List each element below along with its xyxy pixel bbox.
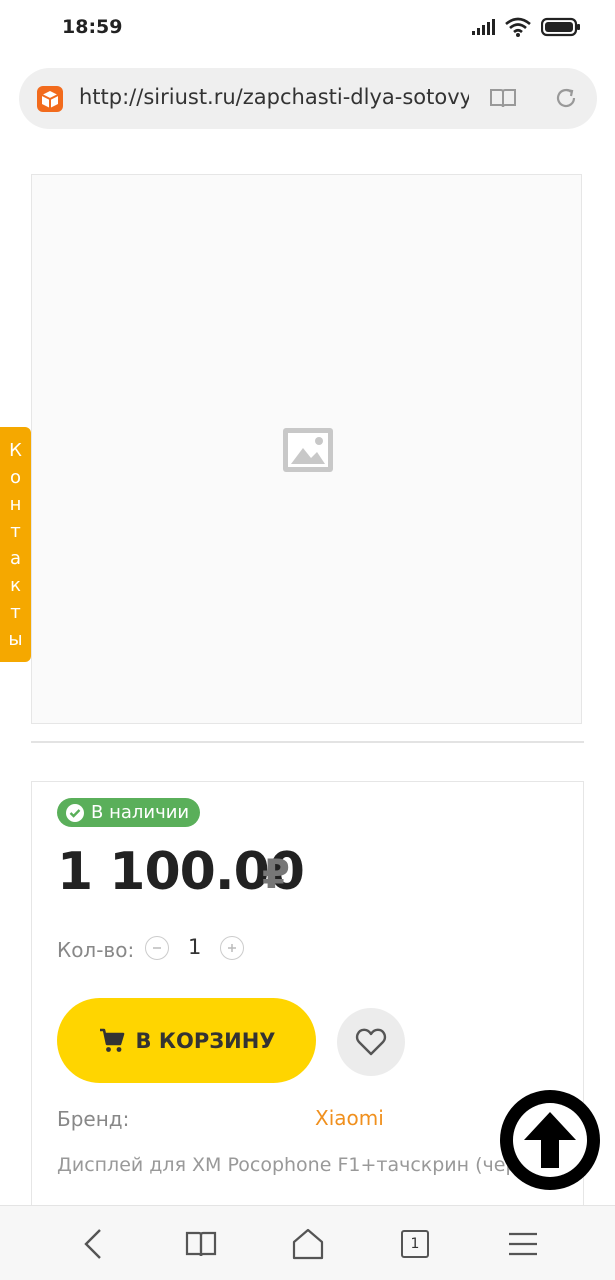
status-icons xyxy=(471,16,581,38)
reload-icon[interactable] xyxy=(554,86,578,110)
contacts-letter: т xyxy=(10,601,21,623)
arrow-up-icon xyxy=(524,1112,576,1168)
status-time: 18:59 xyxy=(62,16,123,38)
image-placeholder-icon xyxy=(283,428,333,472)
back-button[interactable] xyxy=(73,1226,113,1262)
contacts-letter: о xyxy=(9,466,21,488)
back-arrow-icon xyxy=(84,1229,101,1259)
book-icon xyxy=(185,1231,217,1257)
browser-bottom-nav: 1 xyxy=(0,1205,615,1280)
url-text[interactable]: http://siriust.ru/zapchasti-dlya-sotovyh xyxy=(79,85,469,109)
plus-icon xyxy=(228,944,236,952)
status-bar: 18:59 xyxy=(0,0,615,56)
quantity-decrease-button[interactable] xyxy=(145,936,169,960)
contacts-letter: н xyxy=(9,493,22,515)
quantity-value[interactable]: 1 xyxy=(188,935,201,959)
contacts-letter: т xyxy=(10,520,21,542)
product-info-card: В наличии 1 100.00 ₽ Кол-во: 1 В КОРЗИНУ… xyxy=(31,781,584,1221)
product-description: Дисплей для XM Pocophone F1+тачскрин (че… xyxy=(57,1154,565,1176)
currency-symbol: ₽ xyxy=(262,852,290,898)
contacts-letter: к xyxy=(10,574,21,596)
brand-link[interactable]: Xiaomi xyxy=(315,1106,384,1130)
contacts-letter: К xyxy=(9,439,22,461)
tabs-button[interactable]: 1 xyxy=(395,1226,435,1262)
contacts-side-tab[interactable]: К о н т а к т ы xyxy=(0,427,31,662)
menu-icon xyxy=(509,1232,537,1256)
product-image[interactable] xyxy=(31,174,582,724)
tabs-count: 1 xyxy=(401,1230,429,1258)
minus-icon xyxy=(153,947,161,949)
menu-button[interactable] xyxy=(503,1226,543,1262)
site-favicon-icon xyxy=(37,86,63,112)
reader-mode-icon[interactable] xyxy=(489,86,517,110)
scroll-to-top-button[interactable] xyxy=(500,1090,600,1190)
signal-icon xyxy=(472,19,495,35)
address-bar[interactable]: http://siriust.ru/zapchasti-dlya-sotovyh xyxy=(19,68,597,129)
add-to-cart-label: В КОРЗИНУ xyxy=(135,1028,276,1053)
cart-icon xyxy=(99,1028,124,1052)
home-button[interactable] xyxy=(288,1226,328,1262)
brand-label: Бренд: xyxy=(57,1107,130,1131)
wifi-icon xyxy=(505,17,531,37)
quantity-label: Кол-во: xyxy=(57,938,135,962)
contacts-letter: ы xyxy=(8,628,23,650)
quantity-increase-button[interactable] xyxy=(220,936,244,960)
stock-badge: В наличии xyxy=(57,798,201,827)
contacts-letter: а xyxy=(9,547,22,569)
home-icon xyxy=(292,1228,324,1260)
scroll-to-top-inner xyxy=(513,1103,587,1177)
check-circle-icon xyxy=(66,803,84,822)
heart-icon xyxy=(355,1028,387,1056)
bookmarks-button[interactable] xyxy=(181,1226,221,1262)
battery-icon xyxy=(541,17,580,37)
favorite-button[interactable] xyxy=(337,1008,405,1076)
divider xyxy=(31,741,584,743)
stock-status: В наличии xyxy=(91,802,190,823)
add-to-cart-button[interactable]: В КОРЗИНУ xyxy=(57,998,316,1083)
